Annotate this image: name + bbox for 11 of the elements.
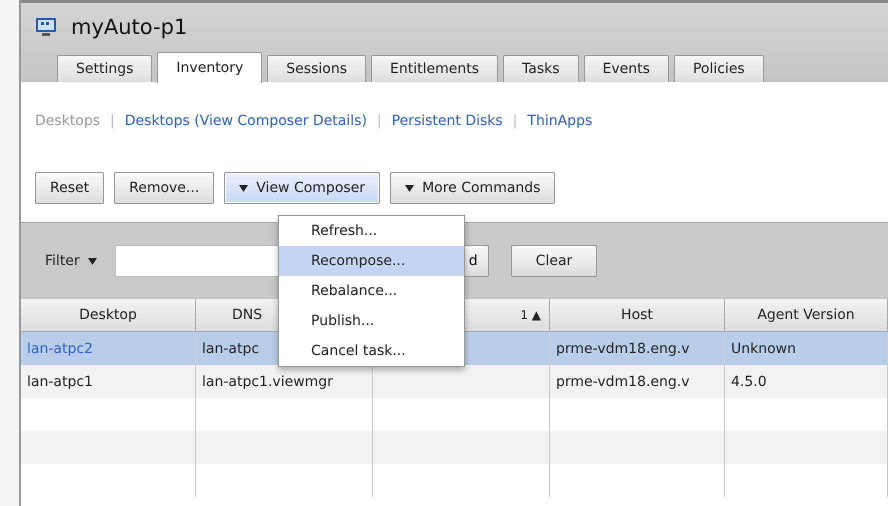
separator: | xyxy=(512,113,518,129)
table-cell: prme-vdm18.eng.v xyxy=(550,332,725,365)
table-cell: lan-atpc1.viewmgr xyxy=(196,365,373,398)
table-cell: lan-atpc2 xyxy=(21,332,196,365)
table-cell: Unknown xyxy=(725,332,888,365)
table-cell: 4.5.0 xyxy=(725,365,888,398)
table-cell: prme-vdm18.eng.v xyxy=(550,365,725,398)
separator: | xyxy=(110,113,115,129)
window-title: myAuto-p1 xyxy=(71,15,188,39)
separator: | xyxy=(376,113,382,129)
table-cell: lan-atpc1 xyxy=(21,365,196,398)
